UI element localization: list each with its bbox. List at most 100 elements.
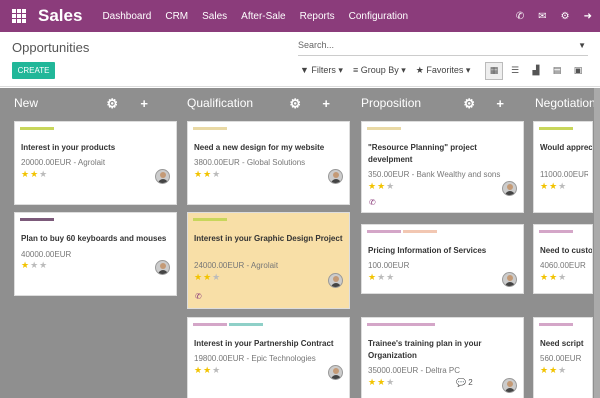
main-nav: Dashboard CRM Sales After-Sale Reports C… — [102, 11, 408, 22]
nav-item-configuration[interactable]: Configuration — [349, 11, 408, 22]
avatar[interactable] — [155, 169, 170, 184]
opportunity-card[interactable]: Pricing Information of Services 100.00EU… — [361, 224, 524, 294]
card-title: Plan to buy 60 keyboards and mouses — [21, 234, 167, 243]
card-subtitle: 4060.00EUR — [540, 261, 586, 270]
opportunity-card[interactable]: Need script 560.00EUR ★★★ — [533, 317, 593, 398]
tag-color — [193, 218, 227, 221]
pivot-view-icon[interactable]: ▣ — [569, 62, 587, 80]
priority-stars[interactable]: ★★★ — [540, 366, 567, 376]
opportunity-card[interactable]: Need to customize 4060.00EUR ★★★ — [533, 224, 593, 294]
gear-icon[interactable]: ⚙ — [289, 96, 301, 112]
avatar[interactable] — [502, 378, 517, 393]
group-by-button[interactable]: ≡ Group By ▾ — [353, 65, 406, 76]
priority-stars[interactable]: ★★★ — [368, 182, 395, 192]
tag-color — [20, 127, 54, 130]
message-count-value: 2 — [468, 378, 473, 387]
graph-view-icon[interactable]: ▟ — [527, 62, 545, 80]
column-title: Qualification — [187, 96, 254, 110]
priority-stars[interactable]: ★★★ — [540, 182, 567, 192]
comments-icon: 💬 — [456, 378, 466, 387]
opportunity-card[interactable]: Would appreciate a demo 11000.00EUR ★★★ — [533, 121, 593, 213]
calendar-view-icon[interactable]: ▤ — [548, 62, 566, 80]
tag-color — [539, 127, 573, 130]
opportunity-card[interactable]: Trainee's training plan in your Organiza… — [361, 317, 524, 398]
control-panel: Opportunities CREATE Search... ▼ ▼ Filte… — [0, 32, 600, 87]
phone-call-icon[interactable]: ✆ — [369, 198, 376, 207]
card-title: "Resource Planning" project develpment — [368, 143, 477, 164]
filters-label: Filters — [311, 65, 336, 75]
column-header: Qualification ⚙ + — [187, 96, 333, 114]
opportunity-card[interactable]: Plan to buy 60 keyboards and mouses 4000… — [14, 212, 177, 296]
card-title: Interest in your Partnership Contract — [194, 339, 334, 348]
nav-item-after-sale[interactable]: After-Sale — [241, 11, 285, 22]
opportunity-card[interactable]: "Resource Planning" project develpment 3… — [361, 121, 524, 213]
add-card-icon[interactable]: + — [322, 96, 330, 111]
add-card-icon[interactable]: + — [496, 96, 504, 111]
apps-grid-icon[interactable] — [12, 9, 26, 23]
card-subtitle: 100.00EUR — [368, 261, 410, 270]
view-switcher: ▦ ☰ ▟ ▤ ▣ — [485, 62, 587, 80]
card-subtitle: 350.00EUR - Bank Wealthy and sons — [368, 170, 501, 179]
opportunity-card[interactable]: Interest in your products 20000.00EUR - … — [14, 121, 177, 205]
kanban-column-qualification: Qualification ⚙ + Need a new design for … — [173, 88, 350, 398]
card-subtitle: 20000.00EUR - Agrolait — [21, 158, 106, 167]
priority-stars[interactable]: ★★★ — [368, 378, 395, 388]
column-header: Proposition ⚙ + — [361, 96, 507, 114]
avatar[interactable] — [328, 365, 343, 380]
column-title: Proposition — [361, 96, 422, 110]
priority-stars[interactable]: ★★★ — [21, 170, 48, 180]
create-button[interactable]: CREATE — [12, 62, 55, 79]
opportunity-card[interactable]: Interest in your Graphic Design Project … — [187, 212, 350, 309]
avatar[interactable] — [502, 181, 517, 196]
kanban-column-proposition: Proposition ⚙ + "Resource Planning" proj… — [347, 88, 524, 398]
priority-stars[interactable]: ★★★ — [194, 273, 221, 283]
nav-item-dashboard[interactable]: Dashboard — [102, 11, 151, 22]
opportunity-card[interactable]: Need a new design for my website 3800.00… — [187, 121, 350, 205]
gear-icon[interactable]: ⚙ — [463, 96, 475, 112]
list-view-icon[interactable]: ☰ — [506, 62, 524, 80]
tag-color — [539, 323, 573, 326]
avatar[interactable] — [155, 260, 170, 275]
avatar[interactable] — [502, 272, 517, 287]
gear-icon[interactable]: ⚙ — [106, 96, 118, 112]
phone-call-icon[interactable]: ✆ — [195, 292, 202, 301]
card-title: Interest in your products — [21, 143, 116, 152]
card-title: Would appreciate a demo — [540, 143, 593, 152]
gear-icon[interactable]: ⚙ — [561, 11, 570, 22]
board-scrollbar[interactable] — [594, 88, 600, 398]
card-title: Interest in your Graphic Design Project — [194, 234, 343, 243]
priority-stars[interactable]: ★★★ — [21, 261, 48, 271]
favorites-button[interactable]: ★ Favorites ▾ — [416, 65, 471, 76]
tag-color — [403, 230, 437, 233]
mail-icon[interactable]: ✉ — [538, 11, 546, 22]
phone-icon[interactable]: ✆ — [516, 11, 524, 22]
avatar[interactable] — [328, 169, 343, 184]
nav-item-reports[interactable]: Reports — [300, 11, 335, 22]
card-subtitle: 560.00EUR — [540, 354, 582, 363]
kanban-column-negotiation: Negotiation Would appreciate a demo 1100… — [521, 88, 600, 398]
priority-stars[interactable]: ★★★ — [194, 366, 221, 376]
priority-stars[interactable]: ★★★ — [540, 273, 567, 283]
priority-stars[interactable]: ★★★ — [368, 273, 395, 283]
search-input[interactable]: Search... ▼ — [298, 40, 588, 56]
tag-color — [193, 323, 227, 326]
kanban-view-icon[interactable]: ▦ — [485, 62, 503, 80]
tag-color — [20, 218, 54, 221]
nav-item-crm[interactable]: CRM — [165, 11, 188, 22]
priority-stars[interactable]: ★★★ — [194, 170, 221, 180]
message-count[interactable]: 💬 2 — [456, 378, 473, 387]
search-dropdown-icon[interactable]: ▼ — [578, 41, 586, 50]
tag-color — [539, 230, 573, 233]
group-by-label: Group By — [360, 65, 399, 75]
logout-icon[interactable]: ➜ — [584, 11, 592, 22]
card-title: Trainee's training plan in your Organiza… — [368, 339, 482, 360]
kanban-column-new: New ⚙ + Interest in your products 20000.… — [0, 88, 177, 398]
filters-button[interactable]: ▼ Filters ▾ — [300, 65, 343, 76]
kanban-board: New ⚙ + Interest in your products 20000.… — [0, 88, 600, 398]
nav-item-sales[interactable]: Sales — [202, 11, 227, 22]
card-subtitle: 40000.00EUR — [21, 250, 72, 259]
avatar[interactable] — [328, 273, 343, 288]
opportunity-card[interactable]: Interest in your Partnership Contract 19… — [187, 317, 350, 398]
card-subtitle: 35000.00EUR - Deltra PC — [368, 366, 461, 375]
add-card-icon[interactable]: + — [140, 96, 148, 111]
